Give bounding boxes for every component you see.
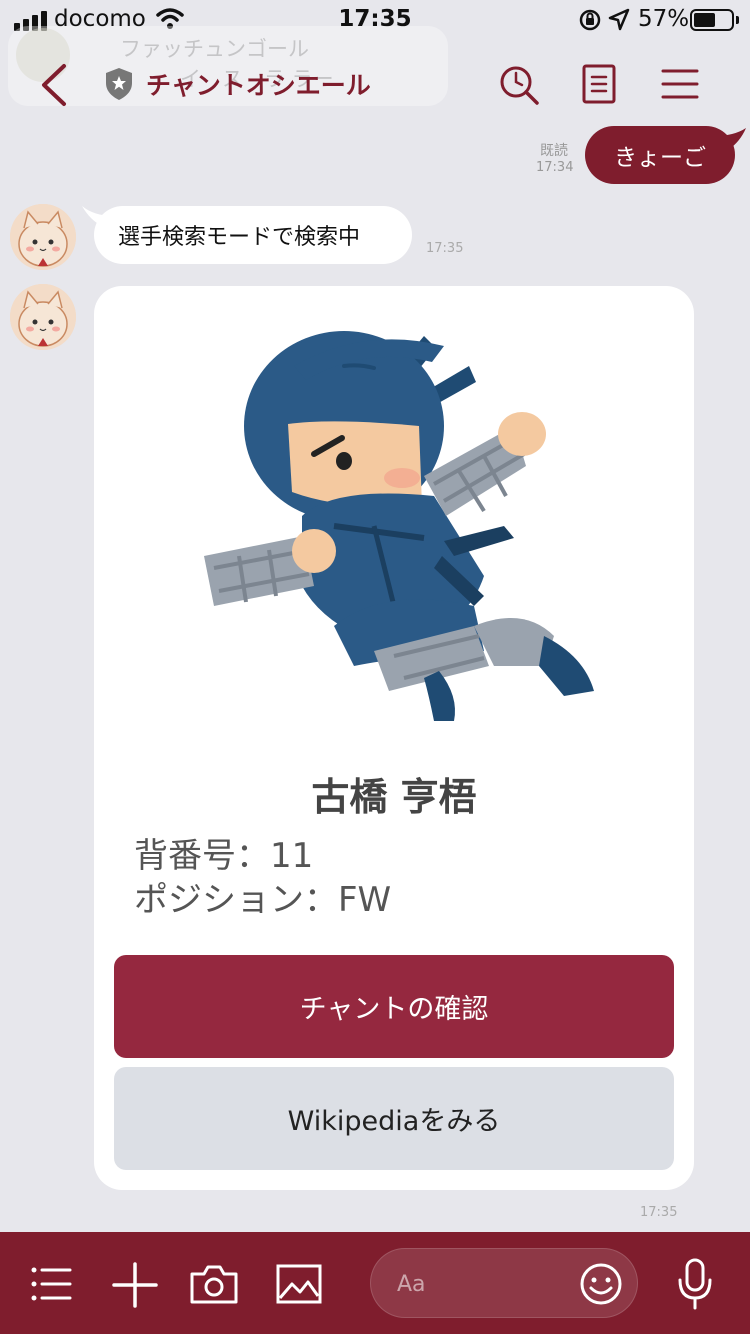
bot-avatar[interactable]	[10, 204, 76, 270]
card-message-time: 17:35	[640, 1205, 678, 1220]
battery-nub	[736, 16, 739, 24]
battery-percent: 57%	[638, 6, 690, 32]
bot-avatar[interactable]	[10, 284, 76, 350]
incoming-message-text: 選手検索モードで検索中	[118, 225, 361, 250]
emoji-icon[interactable]	[579, 1262, 623, 1306]
mic-icon[interactable]	[676, 1258, 714, 1310]
chat-title: チャントオシエール	[146, 71, 371, 100]
player-number: 背番号：11	[134, 836, 314, 876]
cat-avatar-icon	[10, 204, 76, 270]
menu-icon[interactable]	[661, 68, 699, 100]
wikipedia-button[interactable]: Wikipediaをみる	[114, 1067, 674, 1170]
outgoing-message-text: きょーご	[614, 145, 706, 171]
rotation-lock-icon	[579, 9, 601, 31]
plus-icon[interactable]	[112, 1262, 158, 1308]
battery-icon	[690, 9, 734, 31]
search-icon[interactable]	[498, 64, 540, 106]
message-text-field[interactable]	[397, 1267, 567, 1301]
chant-check-button[interactable]: チャントの確認	[114, 955, 674, 1058]
message-input-bar	[0, 1232, 750, 1334]
list-icon[interactable]	[30, 1266, 72, 1302]
message-input[interactable]	[370, 1248, 638, 1318]
location-arrow-icon	[608, 8, 630, 31]
incoming-message-time: 17:35	[426, 241, 464, 256]
ninja-illustration	[204, 331, 594, 721]
shield-icon	[106, 68, 132, 100]
back-icon[interactable]	[36, 62, 72, 108]
camera-icon[interactable]	[190, 1264, 238, 1304]
player-card: 古橋 亨梧 背番号：11 ポジション：FW チャントの確認 Wikipediaを…	[94, 286, 694, 1190]
incoming-message-bubble[interactable]: 選手検索モードで検索中	[94, 206, 412, 264]
image-icon[interactable]	[276, 1264, 322, 1304]
cat-avatar-icon	[10, 284, 76, 350]
player-name: 古橋 亨梧	[311, 775, 477, 819]
read-receipt: 既読	[540, 143, 568, 159]
outgoing-message-bubble[interactable]: きょーご	[585, 126, 735, 184]
outgoing-message-time: 17:34	[536, 160, 574, 175]
chat-header: チャントオシエール	[0, 40, 750, 130]
player-position: ポジション：FW	[134, 880, 392, 920]
notes-icon[interactable]	[582, 64, 616, 104]
